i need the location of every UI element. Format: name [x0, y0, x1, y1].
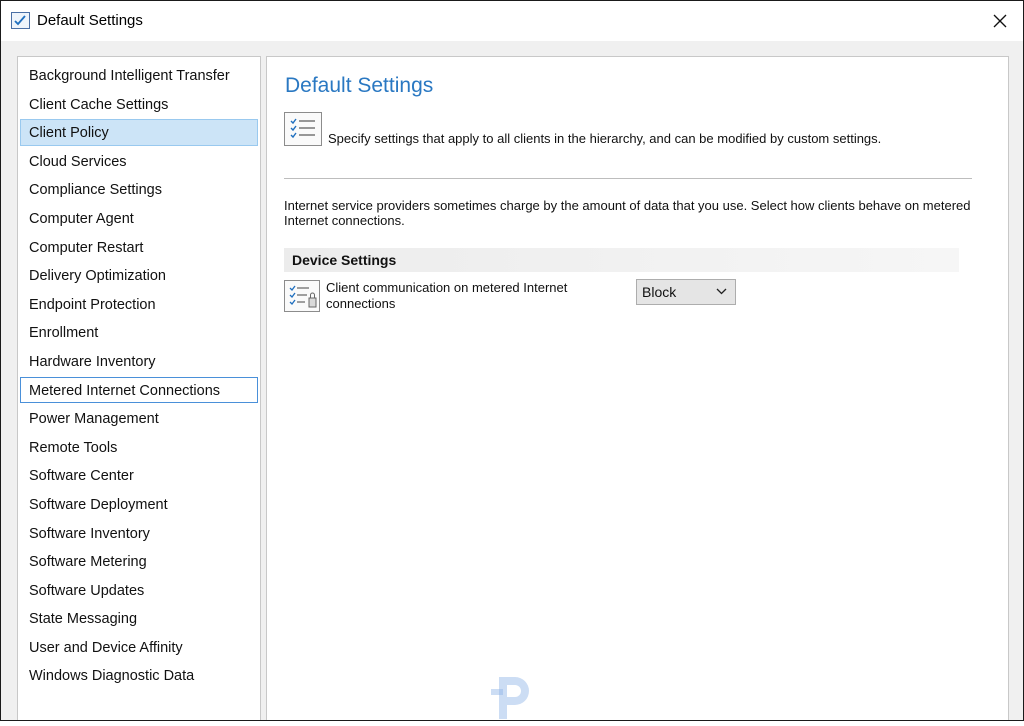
page-description: Specify settings that apply to all clien… — [328, 131, 882, 146]
nav-item-software-deployment[interactable]: Software Deployment — [20, 491, 258, 518]
nav-item-delivery-optimization[interactable]: Delivery Optimization — [20, 262, 258, 289]
close-icon — [993, 14, 1007, 28]
nav-item-compliance-settings[interactable]: Compliance Settings — [20, 176, 258, 203]
nav-item-endpoint-protection[interactable]: Endpoint Protection — [20, 291, 258, 318]
metered-connection-setting-label: Client communication on metered Internet… — [326, 280, 568, 311]
nav-item-software-center[interactable]: Software Center — [20, 462, 258, 489]
nav-item-client-policy[interactable]: Client Policy — [20, 119, 258, 146]
settings-checklist-icon — [11, 12, 30, 29]
settings-nav-list: Background Intelligent Transfer Client C… — [20, 62, 258, 691]
header-divider — [284, 178, 972, 179]
nav-item-software-metering[interactable]: Software Metering — [20, 548, 258, 575]
settings-window: Default Settings Background Intelligent … — [0, 0, 1024, 721]
nav-item-metered-internet-connections[interactable]: Metered Internet Connections — [20, 376, 258, 404]
nav-item-client-cache-settings[interactable]: Client Cache Settings — [20, 91, 258, 118]
nav-item-windows-diagnostic-data[interactable]: Windows Diagnostic Data — [20, 662, 258, 689]
nav-item-user-and-device-affinity[interactable]: User and Device Affinity — [20, 634, 258, 661]
nav-item-software-inventory[interactable]: Software Inventory — [20, 520, 258, 547]
dropdown-selected-value: Block — [642, 284, 677, 300]
settings-nav-panel: Background Intelligent Transfer Client C… — [17, 56, 261, 720]
nav-item-power-management[interactable]: Power Management — [20, 405, 258, 432]
window-title: Default Settings — [37, 12, 143, 29]
checklist-lock-icon — [284, 280, 320, 312]
nav-item-enrollment[interactable]: Enrollment — [20, 319, 258, 346]
nav-item-state-messaging[interactable]: State Messaging — [20, 605, 258, 632]
checklist-icon — [284, 112, 322, 146]
nav-item-software-updates[interactable]: Software Updates — [20, 577, 258, 604]
settings-content-panel: Default Settings Specify settings that a… — [266, 56, 1009, 720]
nav-item-cloud-services[interactable]: Cloud Services — [20, 148, 258, 175]
device-settings-header: Device Settings — [284, 248, 959, 272]
title-bar: Default Settings — [1, 1, 1023, 41]
nav-item-computer-restart[interactable]: Computer Restart — [20, 234, 258, 261]
metered-info-text: Internet service providers sometimes cha… — [284, 198, 971, 228]
chevron-down-icon — [716, 288, 727, 295]
nav-item-background-intelligent-transfer[interactable]: Background Intelligent Transfer — [20, 62, 258, 89]
watermark-logo — [489, 671, 537, 721]
close-button[interactable] — [977, 1, 1023, 41]
page-title: Default Settings — [285, 74, 434, 97]
nav-item-computer-agent[interactable]: Computer Agent — [20, 205, 258, 232]
nav-item-remote-tools[interactable]: Remote Tools — [20, 434, 258, 461]
nav-item-hardware-inventory[interactable]: Hardware Inventory — [20, 348, 258, 375]
metered-connection-dropdown[interactable]: Block — [636, 279, 736, 305]
